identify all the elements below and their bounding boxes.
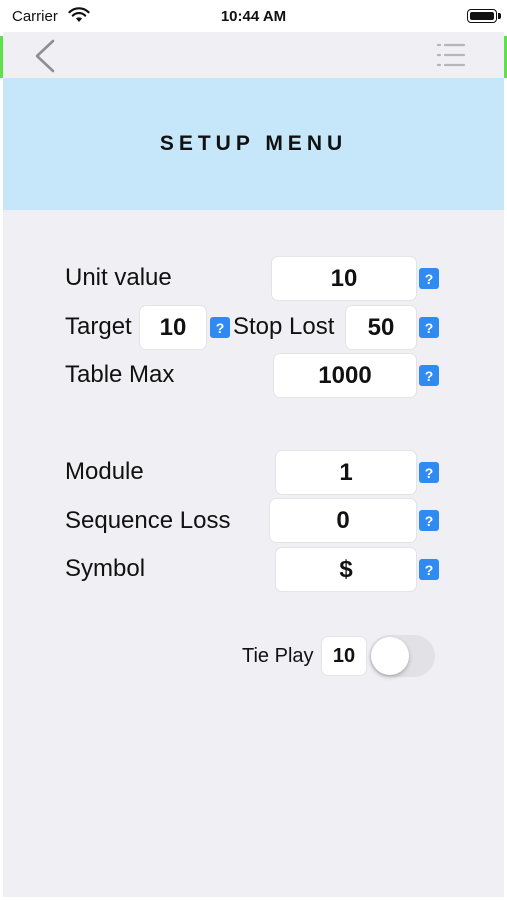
tie-play-field[interactable]: 10 bbox=[321, 636, 367, 676]
target-help-button[interactable]: ? bbox=[210, 317, 230, 338]
symbol-label: Symbol bbox=[65, 555, 146, 582]
target-field[interactable]: 10 bbox=[139, 305, 207, 350]
page-title: SETUP MENU bbox=[159, 132, 348, 155]
sequence-loss-field[interactable]: 0 bbox=[269, 498, 417, 543]
unit-value-help-button[interactable]: ? bbox=[419, 268, 439, 289]
clock: 10:44 AM bbox=[220, 8, 287, 25]
unit-value-field[interactable]: 10 bbox=[271, 256, 417, 301]
module-field[interactable]: 1 bbox=[275, 450, 417, 495]
stop-lost-field[interactable]: 50 bbox=[345, 305, 417, 350]
sequence-loss-help-button[interactable]: ? bbox=[419, 510, 439, 531]
table-max-help-button[interactable]: ? bbox=[419, 365, 439, 386]
stop-lost-help-button[interactable]: ? bbox=[419, 317, 439, 338]
battery-icon bbox=[467, 9, 497, 23]
target-label: Target bbox=[65, 313, 132, 340]
table-max-label: Table Max bbox=[65, 361, 175, 388]
status-bar: Carrier 10:44 AM bbox=[0, 0, 507, 32]
symbol-field[interactable]: $ bbox=[275, 547, 417, 592]
sequence-loss-label: Sequence Loss bbox=[65, 507, 231, 534]
chevron-left-icon[interactable] bbox=[31, 38, 61, 74]
toggle-knob bbox=[371, 637, 409, 675]
table-max-field[interactable]: 1000 bbox=[273, 353, 417, 398]
battery-tip bbox=[498, 13, 501, 19]
module-label: Module bbox=[65, 458, 144, 485]
list-icon[interactable] bbox=[436, 40, 466, 70]
stop-lost-label: Stop Lost bbox=[233, 313, 335, 340]
nav-bar bbox=[3, 32, 504, 78]
setup-screen: Carrier 10:44 AM SETUP MENU Unit value 1… bbox=[0, 0, 507, 900]
tie-play-label: Tie Play bbox=[242, 645, 314, 667]
module-help-button[interactable]: ? bbox=[419, 462, 439, 483]
symbol-help-button[interactable]: ? bbox=[419, 559, 439, 580]
unit-value-label: Unit value bbox=[65, 264, 172, 291]
tie-play-toggle[interactable] bbox=[369, 635, 435, 677]
setup-header: SETUP MENU bbox=[3, 78, 504, 210]
